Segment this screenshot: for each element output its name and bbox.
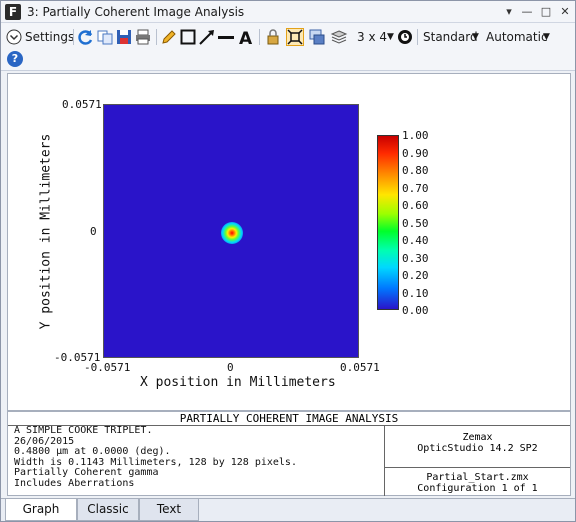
colorbar-tick: 0.60 [402,199,429,212]
chevron-down-icon[interactable]: ▼ [472,27,479,47]
arrow-tool-icon[interactable] [198,28,216,46]
minimize-icon[interactable]: — [519,4,535,20]
toolbar: Settings A 3 x 4 ▼ Standard ▼ Automatic [1,23,575,71]
info-description: A SIMPLE COOKE TRIPLET. 26/06/2015 0.480… [14,425,297,489]
x-tick-left: -0.0571 [84,361,131,374]
toolbar-separator [417,29,418,45]
settings-button[interactable]: Settings [25,27,74,47]
tab-classic[interactable]: Classic [77,499,139,521]
help-icon[interactable]: ? [7,51,23,67]
layers-icon[interactable] [330,28,348,46]
tab-text[interactable]: Text [139,499,199,521]
colorbar-tick: 1.00 [402,129,429,142]
copy-icon[interactable] [96,28,114,46]
info-product: OpticStudio 14.2 SP2 [417,443,538,454]
lock-icon[interactable] [264,28,282,46]
colorbar-tick: 0.00 [402,304,429,317]
y-axis-label: Y position in Millimeters [38,133,54,330]
app-icon: F [5,4,21,20]
info-line: Partially Coherent gamma [14,467,159,478]
chevron-down-icon[interactable]: ▼ [543,27,550,47]
info-filename: Partial_Start.zmx [426,472,529,483]
chevron-down-icon[interactable]: ▼ [387,27,394,47]
info-title: PARTIALLY COHERENT IMAGE ANALYSIS [8,412,570,426]
analysis-window: F 3: Partially Coherent Image Analysis ▾… [0,0,576,522]
colorbar-tick: 0.90 [402,146,429,160]
colorbar-tick: 0.70 [402,181,429,195]
intensity-plot[interactable] [103,104,359,358]
automatic-dropdown[interactable]: Automatic [486,27,548,47]
rectangle-tool-icon[interactable] [179,28,197,46]
info-line: Includes Aberrations [14,477,135,489]
colorbar [377,135,399,310]
close-icon[interactable]: ✕ [557,4,573,20]
layout-dropdown[interactable]: 3 x 4 [357,27,387,47]
pencil-icon[interactable] [160,28,178,46]
fit-zoom-icon[interactable] [286,28,304,46]
window-title: 3: Partially Coherent Image Analysis [27,5,245,19]
toolbar-separator [73,29,74,45]
info-panel: PARTIALLY COHERENT IMAGE ANALYSIS A SIMP… [7,411,571,496]
colorbar-tick: 0.10 [402,286,429,300]
graph-area: 0.0571 0 -0.0571 -0.0571 0 0.0571 X posi… [7,73,571,411]
window-layout-icon[interactable] [308,28,326,46]
view-tabs: Graph Classic Text [1,498,575,521]
info-software: Zemax OpticStudio 14.2 SP2 [384,426,570,468]
y-tick-top: 0.0571 [62,98,102,111]
standard-dropdown[interactable]: Standard [423,27,478,47]
info-config: Configuration 1 of 1 [417,483,538,494]
colorbar-tick: 0.40 [402,234,429,247]
line-tool-icon[interactable] [217,28,235,46]
colorbar-tick: 0.30 [402,251,429,265]
colorbar-tick: 0.20 [402,269,429,282]
x-tick-mid: 0 [227,361,234,374]
info-line: A SIMPLE COOKE TRIPLET. [14,425,153,436]
image-spot [221,222,243,244]
colorbar-tick: 0.50 [402,216,429,230]
info-line: 0.4800 µm at 0.0000 (deg). [14,446,171,457]
clock-refresh-icon[interactable] [396,28,414,46]
chevron-down-circle-icon[interactable] [5,28,23,46]
print-icon[interactable] [134,28,152,46]
toolbar-separator [259,29,260,45]
info-file: Partial_Start.zmx Configuration 1 of 1 [384,468,570,496]
svg-text:A: A [239,29,253,46]
refresh-icon[interactable] [77,28,95,46]
y-tick-mid: 0 [90,225,97,238]
x-axis-label: X position in Millimeters [140,375,336,390]
save-icon[interactable] [115,28,133,46]
info-company: Zemax [462,432,493,443]
dropdown-arrow-icon[interactable]: ▾ [501,4,517,20]
colorbar-tick: 0.80 [402,164,429,177]
title-bar: F 3: Partially Coherent Image Analysis ▾… [1,1,575,23]
x-tick-right: 0.0571 [340,361,380,374]
maximize-icon[interactable]: □ [538,4,554,20]
tab-graph[interactable]: Graph [5,499,77,521]
text-tool-icon[interactable]: A [237,28,255,46]
toolbar-separator [156,29,157,45]
